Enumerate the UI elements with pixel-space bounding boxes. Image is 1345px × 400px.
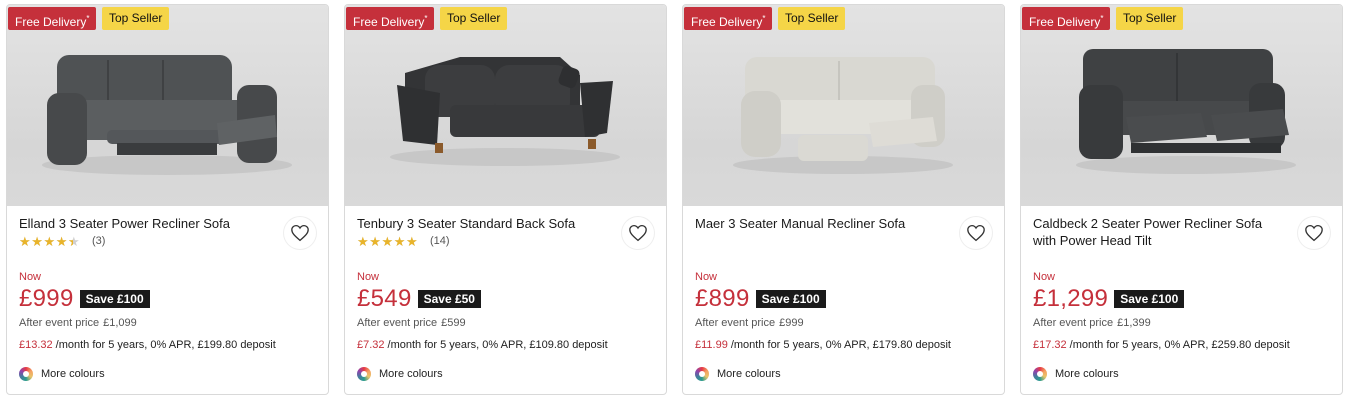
product-rating[interactable]: ★★★★★ ★★★★★ (14) <box>357 234 450 248</box>
more-colours-link[interactable]: More colours <box>1033 366 1119 382</box>
after-event-price: After event price £599 <box>357 317 466 329</box>
price-row: £549 Save £50 <box>357 285 481 313</box>
star-rating-icon: ★★★★★★★★★★ <box>357 233 419 249</box>
product-card[interactable]: Free Delivery* Top Seller Elland 3 Seate… <box>6 4 329 395</box>
save-badge: Save £100 <box>1114 290 1185 308</box>
product-title[interactable]: Caldbeck 2 Seater Power Recliner Sofa wi… <box>1033 215 1283 249</box>
more-colours-link[interactable]: More colours <box>19 366 105 382</box>
colour-wheel-icon <box>695 367 709 381</box>
product-image[interactable]: Free Delivery* Top Seller <box>1021 5 1342 206</box>
colour-wheel-icon <box>19 367 33 381</box>
colour-wheel-icon <box>357 367 371 381</box>
heart-icon <box>629 224 647 242</box>
review-count: (14) <box>430 235 450 247</box>
sofa-image <box>390 57 620 166</box>
price-row: £899 Save £100 <box>695 285 826 313</box>
save-badge: Save £100 <box>755 290 826 308</box>
top-seller-badge: Top Seller <box>102 7 170 30</box>
price: £999 <box>19 285 74 312</box>
product-title[interactable]: Tenbury 3 Seater Standard Back Sofa <box>357 215 607 232</box>
more-colours-link[interactable]: More colours <box>695 366 781 382</box>
heart-icon <box>967 224 985 242</box>
review-count: (3) <box>92 235 106 247</box>
star-rating-icon: ★★★★★★★★★★ <box>19 233 81 249</box>
heart-icon <box>291 224 309 242</box>
finance-info: £13.32/month for 5 years, 0% APR, £199.8… <box>19 339 276 351</box>
top-seller-badge: Top Seller <box>1116 7 1184 30</box>
monthly-price: £17.32 <box>1033 339 1067 351</box>
monthly-price: £13.32 <box>19 339 53 351</box>
sofa-image <box>1076 49 1296 174</box>
more-colours-link[interactable]: More colours <box>357 366 443 382</box>
product-card[interactable]: Free Delivery* Top Seller Maer 3 Seater … <box>682 4 1005 395</box>
top-seller-badge: Top Seller <box>440 7 508 30</box>
product-card[interactable]: Free Delivery* Top Seller Caldbeck 2 Sea… <box>1020 4 1343 395</box>
finance-info: £7.32/month for 5 years, 0% APR, £109.80… <box>357 339 608 351</box>
product-image[interactable]: Free Delivery* Top Seller <box>683 5 1004 206</box>
product-card[interactable]: Free Delivery* Top Seller Tenbury 3 Seat… <box>344 4 667 395</box>
monthly-price: £7.32 <box>357 339 385 351</box>
save-badge: Save £50 <box>417 290 481 308</box>
now-label: Now <box>695 271 718 283</box>
price-row: £1,299 Save £100 <box>1033 285 1185 313</box>
price: £549 <box>357 285 412 312</box>
after-event-price: After event price £1,099 <box>19 317 137 329</box>
product-title[interactable]: Elland 3 Seater Power Recliner Sofa <box>19 215 269 232</box>
free-delivery-badge: Free Delivery* <box>1022 7 1111 30</box>
product-rating[interactable]: ★★★★★★★★★★ (3) <box>19 234 105 248</box>
after-event-price: After event price £1,399 <box>1033 317 1151 329</box>
top-seller-badge: Top Seller <box>778 7 846 30</box>
now-label: Now <box>1033 271 1056 283</box>
now-label: Now <box>19 271 42 283</box>
product-title[interactable]: Maer 3 Seater Manual Recliner Sofa <box>695 215 945 232</box>
product-image[interactable]: Free Delivery* Top Seller <box>7 5 328 206</box>
price: £899 <box>695 285 750 312</box>
save-badge: Save £100 <box>79 290 150 308</box>
price-row: £999 Save £100 <box>19 285 150 313</box>
now-label: Now <box>357 271 380 283</box>
free-delivery-badge: Free Delivery* <box>8 7 97 30</box>
free-delivery-badge: Free Delivery* <box>346 7 435 30</box>
finance-info: £17.32/month for 5 years, 0% APR, £259.8… <box>1033 339 1290 351</box>
price: £1,299 <box>1033 285 1109 312</box>
colour-wheel-icon <box>1033 367 1047 381</box>
wishlist-button[interactable] <box>960 217 992 249</box>
heart-icon <box>1305 224 1323 242</box>
sofa-image <box>42 55 292 175</box>
monthly-price: £11.99 <box>695 339 728 351</box>
product-image[interactable]: Free Delivery* Top Seller <box>345 5 666 206</box>
wishlist-button[interactable] <box>284 217 316 249</box>
wishlist-button[interactable] <box>1298 217 1330 249</box>
free-delivery-badge: Free Delivery* <box>684 7 773 30</box>
finance-info: £11.99/month for 5 years, 0% APR, £179.8… <box>695 339 951 351</box>
after-event-price: After event price £999 <box>695 317 804 329</box>
product-grid: Free Delivery* Top Seller Elland 3 Seate… <box>0 0 1345 400</box>
sofa-image <box>733 57 953 174</box>
wishlist-button[interactable] <box>622 217 654 249</box>
